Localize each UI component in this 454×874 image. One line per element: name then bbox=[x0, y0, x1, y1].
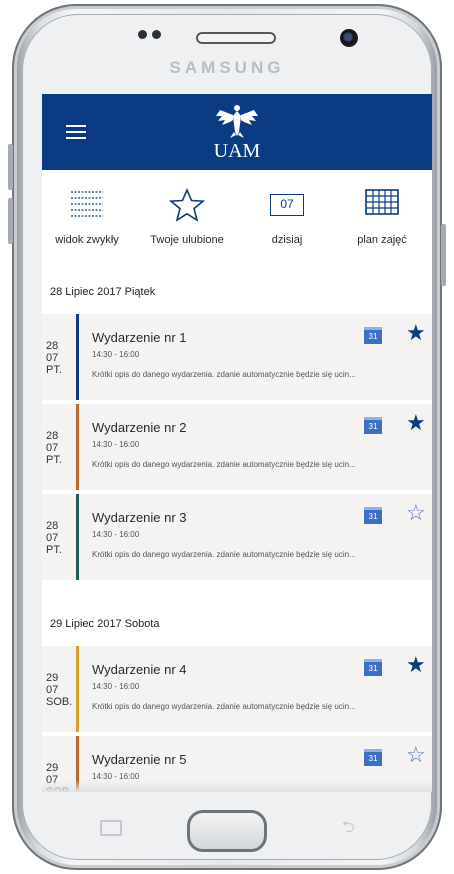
event-date-month: 07 bbox=[46, 532, 59, 544]
event-date-day: 28 bbox=[46, 520, 59, 532]
add-to-calendar-icon[interactable]: 31 bbox=[364, 749, 382, 766]
volume-button bbox=[8, 144, 13, 190]
event-color-bar bbox=[76, 494, 79, 580]
tool-schedule[interactable]: plan zajęć bbox=[337, 170, 427, 266]
tool-label: plan zajęć bbox=[357, 234, 407, 246]
app-bar: UAM bbox=[42, 94, 432, 170]
logo-text: UAM bbox=[213, 140, 261, 162]
view-toolbar: widok zwykły Twoje ulubione 07 dzisiaj p… bbox=[42, 170, 432, 267]
add-to-calendar-icon[interactable]: 31 bbox=[364, 327, 382, 344]
favorite-star-filled-icon[interactable]: ★ bbox=[406, 412, 426, 434]
tool-label: Twoje ulubione bbox=[150, 234, 224, 246]
add-to-calendar-icon[interactable]: 31 bbox=[364, 507, 382, 524]
event-color-bar bbox=[76, 404, 79, 490]
event-date-day: 28 bbox=[46, 430, 59, 442]
event-item[interactable]: 29 07 SOB. Wydarzenie nr 4 14:30 - 16:00 Krót… bbox=[42, 646, 432, 732]
event-title: Wydarzenie nr 1 bbox=[92, 330, 187, 345]
recent-apps-key[interactable] bbox=[100, 820, 122, 836]
hamburger-menu-icon[interactable] bbox=[66, 125, 86, 139]
today-date: 07 bbox=[270, 194, 304, 216]
volume-button-2 bbox=[8, 198, 13, 244]
event-date-month: 07 bbox=[46, 442, 59, 454]
event-item[interactable]: 28 07 PT. Wydarzenie nr 1 14:30 - 16:00 Krótk… bbox=[42, 314, 432, 400]
sensor-dot bbox=[138, 30, 147, 39]
add-to-calendar-icon[interactable]: 31 bbox=[364, 417, 382, 434]
star-outline-icon bbox=[168, 187, 206, 227]
calendar-day-icon: 07 bbox=[270, 194, 304, 216]
event-item[interactable]: 28 07 PT. Wydarzenie nr 3 14:30 - 16:00 Krótk… bbox=[42, 494, 432, 580]
event-description: Krótki opis do danego wydarzenia. zdanie… bbox=[92, 550, 356, 559]
event-title: Wydarzenie nr 4 bbox=[92, 662, 187, 677]
event-time: 14:30 - 16:00 bbox=[92, 350, 140, 359]
event-time: 14:30 - 16:00 bbox=[92, 682, 140, 691]
add-to-calendar-icon[interactable]: 31 bbox=[364, 659, 382, 676]
event-title: Wydarzenie nr 3 bbox=[92, 510, 187, 525]
back-key-icon[interactable]: ⮌ bbox=[342, 816, 364, 836]
event-date-weekday: PT. bbox=[46, 454, 62, 466]
date-section-header: 29 Lipiec 2017 Sobota bbox=[42, 598, 432, 646]
event-date-day: 29 bbox=[46, 672, 59, 684]
favorite-star-outline-icon[interactable]: ☆ bbox=[406, 744, 426, 766]
event-date-month: 07 bbox=[46, 684, 59, 696]
event-title: Wydarzenie nr 2 bbox=[92, 420, 187, 435]
event-date: 2907SOB. bbox=[46, 672, 72, 708]
tool-label: dzisiaj bbox=[271, 234, 303, 246]
event-date-month: 07 bbox=[46, 352, 59, 364]
event-description: Krótki opis do danego wydarzenia. zdanie… bbox=[92, 370, 356, 379]
event-description: Krótki opis do danego wydarzenia. zdanie… bbox=[92, 702, 356, 711]
tool-favorites[interactable]: Twoje ulubione bbox=[142, 170, 232, 266]
event-date-weekday: PT. bbox=[46, 364, 62, 376]
tool-regular-view[interactable]: widok zwykły bbox=[42, 170, 132, 266]
event-color-bar bbox=[76, 314, 79, 400]
event-color-bar bbox=[76, 646, 79, 732]
date-section-header: 28 Lipiec 2017 Piątek bbox=[42, 266, 432, 314]
power-button bbox=[441, 224, 446, 286]
event-date: 28 07 PT. bbox=[46, 340, 62, 376]
home-button[interactable] bbox=[187, 810, 267, 852]
event-date: 28 07 PT. bbox=[46, 430, 62, 466]
device-brand: SAMSUNG bbox=[169, 58, 285, 77]
section-title: 28 Lipiec 2017 Piątek bbox=[50, 286, 156, 298]
list-fade bbox=[42, 780, 432, 792]
sensor-dot-2 bbox=[152, 30, 161, 39]
event-date-weekday: SOB. bbox=[46, 696, 73, 708]
uam-logo: UAM bbox=[212, 102, 262, 164]
event-item[interactable]: 28 07 PT. Wydarzenie nr 2 14:30 - 16:00 Krótk… bbox=[42, 404, 432, 490]
favorite-star-outline-icon[interactable]: ☆ bbox=[406, 502, 426, 524]
grid-dots-icon bbox=[69, 188, 105, 223]
event-time: 14:30 - 16:00 bbox=[92, 440, 140, 449]
tool-label: widok zwykły bbox=[55, 234, 119, 246]
event-title: Wydarzenie nr 5 bbox=[92, 752, 187, 767]
event-date-day: 29 bbox=[46, 762, 59, 774]
favorite-star-filled-icon[interactable]: ★ bbox=[406, 322, 426, 344]
app-screen: UAM widok zwykły Twoje ulubione 07 dzisi… bbox=[42, 94, 432, 792]
event-time: 14:30 - 16:00 bbox=[92, 530, 140, 539]
event-date: 28 07 PT. bbox=[46, 520, 62, 556]
front-camera bbox=[340, 29, 358, 47]
section-title: 29 Lipiec 2017 Sobota bbox=[50, 618, 160, 630]
event-date-day: 28 bbox=[46, 340, 59, 352]
earpiece-speaker bbox=[196, 32, 276, 44]
eagle-emblem-icon bbox=[216, 105, 258, 138]
event-description: Krótki opis do danego wydarzenia. zdanie… bbox=[92, 460, 356, 469]
tool-today[interactable]: 07 dzisiaj bbox=[247, 170, 327, 266]
schedule-grid-icon bbox=[364, 188, 400, 221]
event-date-weekday: PT. bbox=[46, 544, 62, 556]
favorite-star-filled-icon[interactable]: ★ bbox=[406, 654, 426, 676]
